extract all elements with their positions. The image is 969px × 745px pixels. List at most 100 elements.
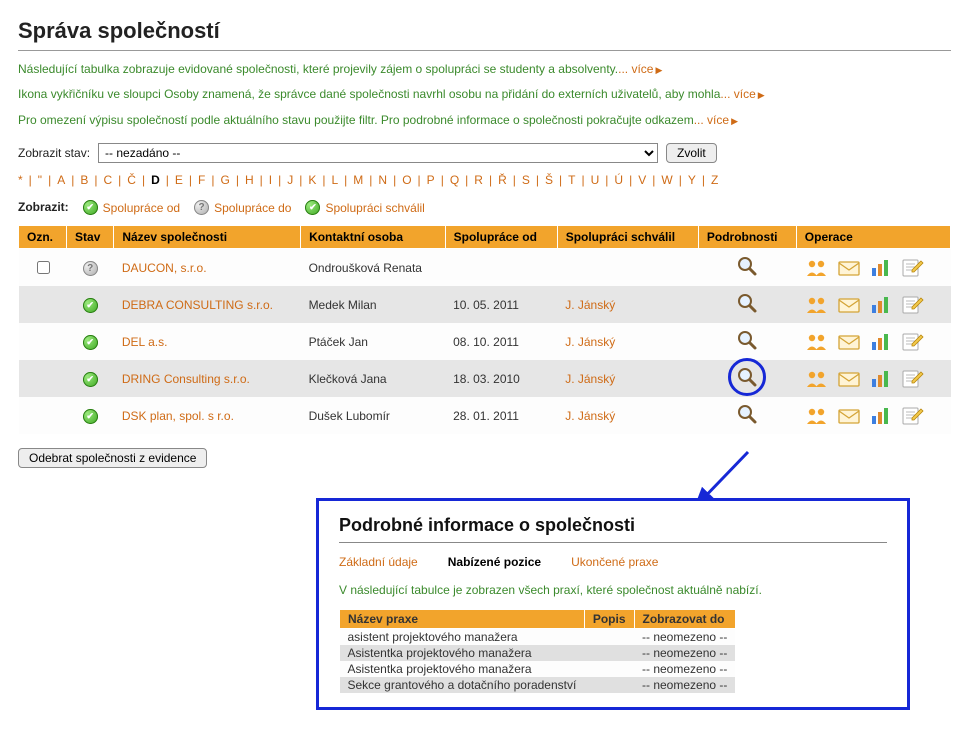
- edit-icon[interactable]: [900, 257, 926, 279]
- edit-icon[interactable]: [900, 294, 926, 316]
- company-link[interactable]: DRING Consulting s.r.o.: [122, 372, 250, 386]
- alpha-letter[interactable]: B: [80, 173, 88, 187]
- intro-text: Následující tabulka zobrazuje evidované …: [18, 62, 618, 76]
- alpha-letter[interactable]: M: [353, 173, 363, 187]
- company-link[interactable]: DSK plan, spol. s r.o.: [122, 409, 234, 423]
- alpha-separator: |: [322, 173, 325, 187]
- alpha-letter[interactable]: T: [568, 173, 575, 187]
- alpha-letter[interactable]: P: [427, 173, 435, 187]
- details-magnifier-icon[interactable]: [734, 329, 760, 351]
- approver-link[interactable]: J. Jánský: [565, 335, 615, 349]
- approver-link[interactable]: J. Jánský: [565, 409, 615, 423]
- alpha-separator: |: [118, 173, 121, 187]
- more-link[interactable]: ... více: [618, 62, 653, 76]
- alpha-letter[interactable]: Š: [545, 173, 553, 187]
- alpha-letter[interactable]: G: [220, 173, 229, 187]
- remove-companies-button[interactable]: Odebrat společnosti z evidence: [18, 448, 207, 468]
- contact-cell: Ptáček Jan: [301, 323, 446, 360]
- check-circle-icon: [305, 200, 320, 215]
- position-name: Asistentka projektového manažera: [340, 661, 585, 677]
- detail-tab[interactable]: Nabízené pozice: [448, 555, 541, 569]
- column-header: Kontaktní osoba: [301, 226, 446, 249]
- chart-icon[interactable]: [868, 405, 894, 427]
- people-icon[interactable]: [804, 294, 830, 316]
- approver-link[interactable]: J. Jánský: [565, 298, 615, 312]
- alpha-letter[interactable]: K: [308, 173, 316, 187]
- mail-icon[interactable]: [836, 257, 862, 279]
- legend-item[interactable]: Spolupráce od: [83, 200, 180, 215]
- alpha-letter[interactable]: S: [522, 173, 530, 187]
- company-link[interactable]: DEBRA CONSULTING s.r.o.: [122, 298, 273, 312]
- alpha-letter[interactable]: Y: [688, 173, 696, 187]
- chart-icon[interactable]: [868, 331, 894, 353]
- alpha-letter[interactable]: V: [638, 173, 646, 187]
- operations: [804, 405, 942, 427]
- edit-icon[interactable]: [900, 368, 926, 390]
- detail-tab[interactable]: Ukončené praxe: [571, 555, 658, 569]
- details-magnifier-icon[interactable]: [734, 255, 760, 277]
- company-link[interactable]: DEL a.s.: [122, 335, 168, 349]
- alpha-letter[interactable]: J: [287, 173, 293, 187]
- alpha-letter[interactable]: L: [331, 173, 338, 187]
- people-icon[interactable]: [804, 368, 830, 390]
- people-icon[interactable]: [804, 405, 830, 427]
- alpha-letter[interactable]: O: [402, 173, 411, 187]
- legend-text: Spolupráce od: [103, 201, 180, 215]
- mail-icon[interactable]: [836, 368, 862, 390]
- position-desc: [584, 661, 634, 677]
- positions-table: Název praxePopisZobrazovat do asistent p…: [339, 609, 736, 693]
- operations: [804, 331, 942, 353]
- alpha-letter[interactable]: ": [38, 173, 42, 187]
- alpha-letter[interactable]: I: [269, 173, 272, 187]
- contact-cell: Medek Milan: [301, 286, 446, 323]
- details-magnifier-icon[interactable]: [734, 403, 760, 425]
- chart-icon[interactable]: [868, 257, 894, 279]
- alpha-letter[interactable]: E: [175, 173, 183, 187]
- legend-item[interactable]: Spolupráce do: [194, 200, 291, 215]
- people-icon[interactable]: [804, 331, 830, 353]
- alpha-letter[interactable]: R: [474, 173, 483, 187]
- alpha-separator: |: [465, 173, 468, 187]
- contact-cell: Ondroušková Renata: [301, 249, 446, 287]
- filter-submit-button[interactable]: Zvolit: [666, 143, 717, 163]
- edit-icon[interactable]: [900, 331, 926, 353]
- detail-tab[interactable]: Základní údaje: [339, 555, 418, 569]
- approver-link[interactable]: J. Jánský: [565, 372, 615, 386]
- edit-icon[interactable]: [900, 405, 926, 427]
- alpha-letter[interactable]: N: [378, 173, 387, 187]
- legend-item[interactable]: Spolupráci schválil: [305, 200, 424, 215]
- alpha-letter[interactable]: A: [57, 173, 65, 187]
- chevron-right-icon: ▶: [758, 90, 765, 100]
- alpha-letter[interactable]: Č: [127, 173, 136, 187]
- mail-icon[interactable]: [836, 331, 862, 353]
- alpha-letter[interactable]: Ú: [614, 173, 623, 187]
- mail-icon[interactable]: [836, 294, 862, 316]
- position-until: -- neomezeno --: [634, 629, 735, 646]
- alpha-letter[interactable]: C: [103, 173, 112, 187]
- alpha-letter[interactable]: Ř: [498, 173, 507, 187]
- alpha-letter[interactable]: D: [151, 173, 160, 187]
- more-link[interactable]: ... více: [720, 87, 755, 101]
- company-link[interactable]: DAUCON, s.r.o.: [122, 261, 207, 275]
- check-circle-icon: [83, 298, 98, 313]
- alpha-letter[interactable]: W: [661, 173, 672, 187]
- alpha-letter[interactable]: U: [591, 173, 600, 187]
- page-container: Správa společností Následující tabulka z…: [18, 18, 951, 468]
- alpha-letter[interactable]: F: [198, 173, 205, 187]
- chart-icon[interactable]: [868, 368, 894, 390]
- detail-description: V následující tabulce je zobrazen všech …: [339, 583, 887, 597]
- intro-text: Pro omezení výpisu společností podle akt…: [18, 113, 694, 127]
- alpha-letter[interactable]: Z: [711, 173, 718, 187]
- people-icon[interactable]: [804, 257, 830, 279]
- alpha-separator: |: [260, 173, 263, 187]
- mail-icon[interactable]: [836, 405, 862, 427]
- alpha-letter[interactable]: H: [245, 173, 254, 187]
- more-link[interactable]: ... více: [694, 113, 729, 127]
- status-select[interactable]: -- nezadáno --: [98, 143, 658, 163]
- column-header: Stav: [67, 226, 114, 249]
- details-magnifier-icon[interactable]: [734, 292, 760, 314]
- alpha-letter[interactable]: *: [18, 173, 23, 187]
- alpha-letter[interactable]: Q: [450, 173, 459, 187]
- chart-icon[interactable]: [868, 294, 894, 316]
- row-select-checkbox[interactable]: [37, 261, 50, 274]
